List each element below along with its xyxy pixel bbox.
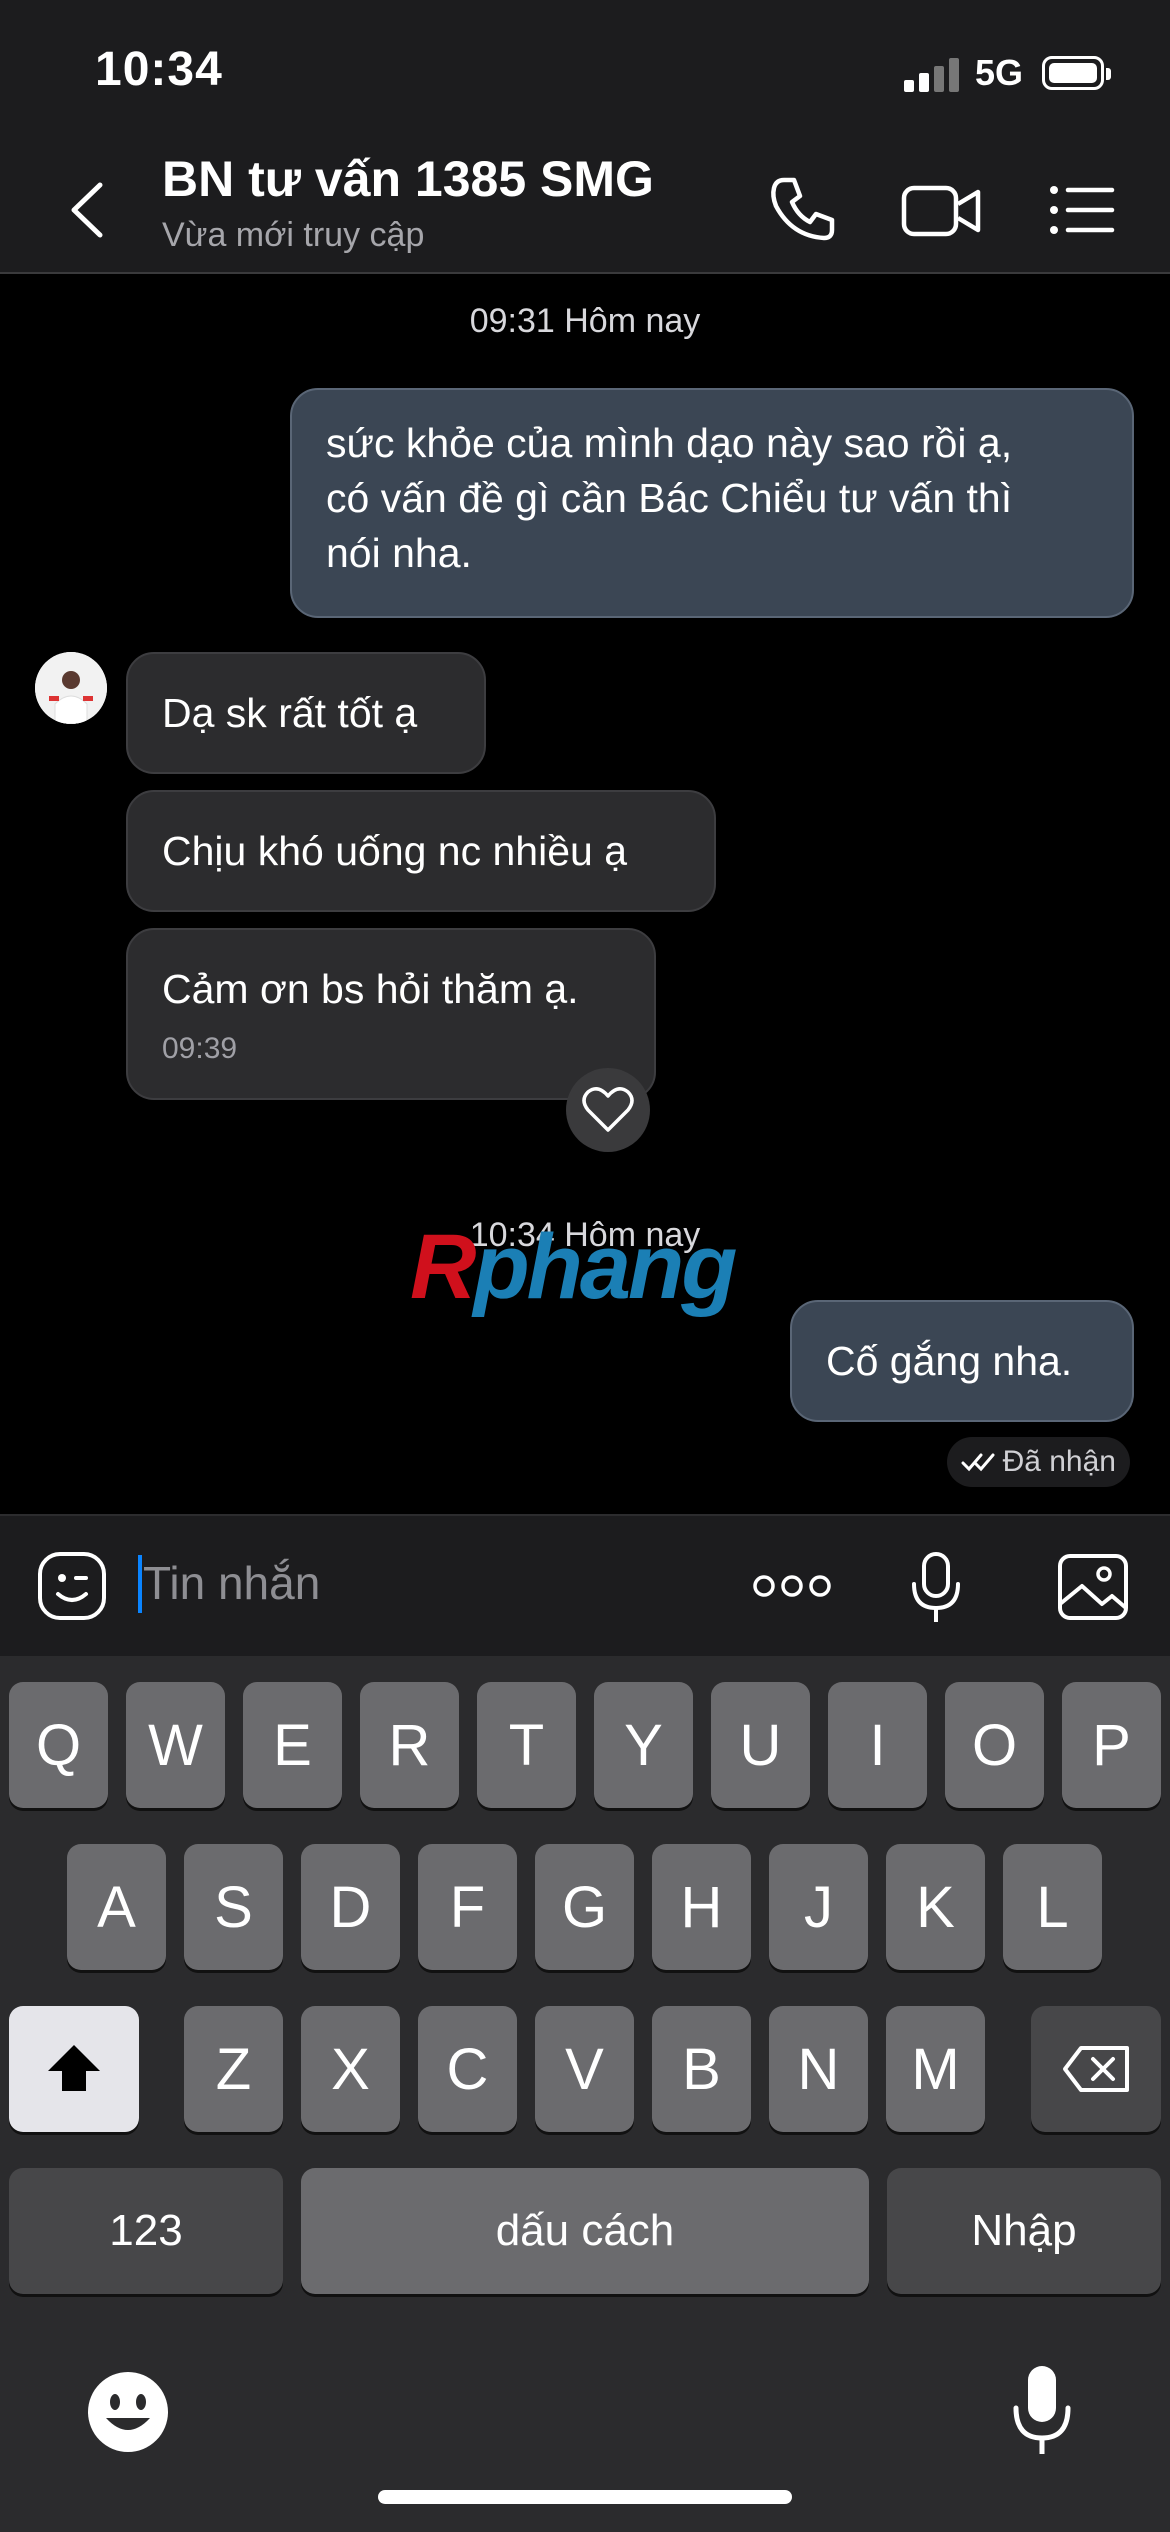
chat-timestamp: 09:31 Hôm nay bbox=[469, 302, 701, 340]
message-line: nói nha. bbox=[326, 530, 472, 576]
message-line: sức khỏe của mình dạo này sao rồi ạ, bbox=[326, 420, 1013, 466]
gallery-button[interactable] bbox=[1056, 1552, 1130, 1622]
key-b[interactable]: B bbox=[652, 2006, 751, 2132]
chevron-left-icon bbox=[71, 182, 103, 238]
key-w[interactable]: W bbox=[126, 1682, 225, 1808]
key-m[interactable]: M bbox=[886, 2006, 985, 2132]
delivery-status-text: Đã nhận bbox=[1002, 1445, 1116, 1478]
video-camera-icon bbox=[901, 185, 981, 237]
key-n[interactable]: N bbox=[769, 2006, 868, 2132]
phone-icon bbox=[771, 177, 835, 241]
message-text: Chịu khó uống nc nhiều ạ bbox=[162, 828, 628, 874]
microphone-icon bbox=[912, 1552, 960, 1622]
key-t[interactable]: T bbox=[477, 1682, 576, 1808]
incoming-message[interactable]: Dạ sk rất tốt ạ bbox=[126, 652, 486, 774]
key-e[interactable]: E bbox=[243, 1682, 342, 1808]
message-text: Dạ sk rất tốt ạ bbox=[162, 690, 418, 736]
key-l[interactable]: L bbox=[1003, 1844, 1102, 1970]
text-cursor bbox=[138, 1555, 142, 1613]
key-d[interactable]: D bbox=[301, 1844, 400, 1970]
delivery-status: Đã nhận bbox=[946, 1437, 1130, 1487]
outgoing-message[interactable]: Cố gắng nha. bbox=[790, 1300, 1134, 1422]
sticker-icon bbox=[38, 1552, 106, 1620]
numbers-key[interactable]: 123 bbox=[9, 2168, 283, 2294]
key-y[interactable]: Y bbox=[594, 1682, 693, 1808]
watermark-logo: Rphang bbox=[410, 1216, 737, 1318]
message-time: 09:39 bbox=[162, 1032, 238, 1065]
key-s[interactable]: S bbox=[184, 1844, 283, 1970]
key-q[interactable]: Q bbox=[9, 1682, 108, 1808]
video-call-button[interactable] bbox=[900, 170, 984, 250]
outgoing-message[interactable]: sức khỏe của mình dạo này sao rồi ạ, có … bbox=[290, 388, 1134, 618]
key-c[interactable]: C bbox=[418, 2006, 517, 2132]
contact-avatar[interactable] bbox=[35, 652, 107, 724]
emoji-face-icon bbox=[88, 2372, 168, 2452]
emoji-keyboard-button[interactable] bbox=[86, 2370, 170, 2454]
key-k[interactable]: K bbox=[886, 1844, 985, 1970]
react-button[interactable] bbox=[566, 1068, 650, 1152]
dictation-button[interactable] bbox=[1010, 2364, 1074, 2458]
key-g[interactable]: G bbox=[535, 1844, 634, 1970]
home-indicator[interactable] bbox=[378, 2490, 792, 2504]
key-p[interactable]: P bbox=[1062, 1682, 1161, 1808]
chat-options-button[interactable] bbox=[1040, 170, 1120, 250]
key-h[interactable]: H bbox=[652, 1844, 751, 1970]
message-text: Cố gắng nha. bbox=[826, 1338, 1073, 1384]
sticker-button[interactable] bbox=[36, 1550, 108, 1622]
key-j[interactable]: J bbox=[769, 1844, 868, 1970]
more-dots-icon bbox=[753, 1575, 831, 1597]
backspace-key[interactable] bbox=[1031, 2006, 1161, 2132]
voice-message-button[interactable] bbox=[906, 1550, 966, 1626]
key-x[interactable]: X bbox=[301, 2006, 400, 2132]
incoming-message[interactable]: Chịu khó uống nc nhiều ạ bbox=[126, 790, 716, 912]
key-z[interactable]: Z bbox=[184, 2006, 283, 2132]
backspace-icon bbox=[1063, 2046, 1129, 2092]
status-time: 10:34 bbox=[95, 43, 223, 96]
message-line: có vấn đề gì cần Bác Chiểu tư vấn thì bbox=[326, 475, 1013, 521]
back-button[interactable] bbox=[60, 175, 120, 245]
more-options-button[interactable] bbox=[750, 1566, 834, 1606]
return-key[interactable]: Nhập bbox=[887, 2168, 1161, 2294]
battery-icon bbox=[1042, 56, 1111, 90]
key-v[interactable]: V bbox=[535, 2006, 634, 2132]
microphone-icon bbox=[1013, 2366, 1071, 2454]
cellular-signal-icon bbox=[904, 58, 960, 92]
message-text: Cảm ơn bs hỏi thăm ạ. bbox=[162, 966, 579, 1012]
key-r[interactable]: R bbox=[360, 1682, 459, 1808]
heart-icon bbox=[582, 1087, 634, 1132]
key-i[interactable]: I bbox=[828, 1682, 927, 1808]
shift-arrow-icon bbox=[48, 2045, 100, 2091]
network-type: 5G bbox=[975, 52, 1024, 93]
double-check-icon bbox=[961, 1453, 995, 1472]
image-icon bbox=[1058, 1554, 1128, 1620]
contact-name[interactable]: BN tư vấn 1385 SMG bbox=[162, 150, 654, 208]
last-seen-status: Vừa mới truy cập bbox=[162, 216, 425, 254]
call-button[interactable] bbox=[762, 170, 842, 250]
list-menu-icon bbox=[1050, 186, 1115, 234]
space-key[interactable]: dấu cách bbox=[301, 2168, 869, 2294]
message-input[interactable]: Tin nhắn bbox=[143, 1556, 320, 1610]
shift-key[interactable] bbox=[9, 2006, 139, 2132]
key-o[interactable]: O bbox=[945, 1682, 1044, 1808]
key-u[interactable]: U bbox=[711, 1682, 810, 1808]
key-f[interactable]: F bbox=[418, 1844, 517, 1970]
avatar-image bbox=[35, 652, 107, 724]
key-a[interactable]: A bbox=[67, 1844, 166, 1970]
